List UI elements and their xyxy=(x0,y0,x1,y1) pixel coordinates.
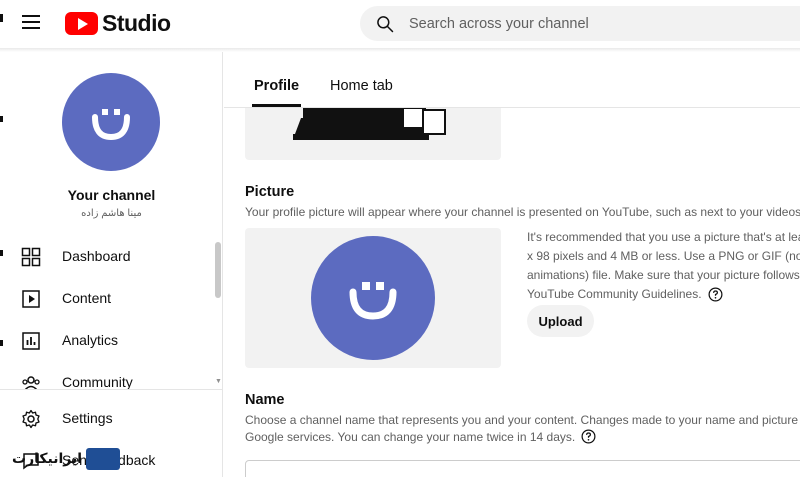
recommendation-line: YouTube Community Guidelines. xyxy=(527,287,702,301)
sidebar-scrollbar[interactable] xyxy=(215,242,221,298)
name-section-description: Choose a channel name that represents yo… xyxy=(245,413,800,427)
recommendation-line: x 98 pixels and 4 MB or less. Use a PNG … xyxy=(527,249,800,263)
studio-logo[interactable]: Studio xyxy=(65,10,171,36)
tab-home[interactable]: Home tab xyxy=(330,78,393,94)
tab-profile[interactable]: Profile xyxy=(254,78,299,94)
search-bar[interactable] xyxy=(360,6,800,41)
sidebar-item-label: Dashboard xyxy=(62,248,131,264)
profile-picture-preview xyxy=(245,228,501,368)
upload-button[interactable]: Upload xyxy=(527,305,594,337)
sidebar-item-settings[interactable]: Settings xyxy=(0,398,214,440)
search-icon[interactable] xyxy=(375,14,395,34)
recommendation-line: animations) file. Make sure that your pi… xyxy=(527,268,800,282)
youtube-play-icon xyxy=(65,11,98,35)
edge-fragment xyxy=(0,14,3,22)
help-icon[interactable] xyxy=(708,287,723,302)
main-content: Profile Home tab Picture Your profile pi… xyxy=(224,52,800,477)
help-icon[interactable] xyxy=(581,429,596,444)
edge-fragment xyxy=(0,116,3,122)
avatar-letter-icon xyxy=(92,109,130,141)
logo-text: Studio xyxy=(102,9,171,36)
sidebar-item-label: Community xyxy=(62,374,133,390)
sidebar-item-dashboard[interactable]: Dashboard xyxy=(0,236,214,278)
sidebar: Your channel مینا هاشم زاده Dashboard Co… xyxy=(0,52,223,477)
name-section-title: Name xyxy=(245,392,285,408)
analytics-icon xyxy=(22,332,40,350)
name-section-description-2: Google services. You can change your nam… xyxy=(245,429,596,444)
dashboard-icon xyxy=(21,247,41,267)
sidebar-item-label: Settings xyxy=(62,410,113,426)
channel-name-field[interactable] xyxy=(245,460,800,477)
recommendation-line-wrap: YouTube Community Guidelines. xyxy=(527,285,800,304)
top-app-bar: Studio xyxy=(0,0,800,48)
scroll-down-icon[interactable]: ▼ xyxy=(215,378,222,385)
channel-avatar[interactable] xyxy=(62,73,160,171)
gear-icon xyxy=(22,409,40,429)
sidebar-footer: Settings Send feedback ایرانیکارت xyxy=(0,389,222,477)
channel-handle: مینا هاشم زاده xyxy=(81,208,142,219)
watermark-text: ایرانیکارت xyxy=(12,451,83,467)
active-tab-indicator xyxy=(252,104,301,107)
watermark-logo: ایرانیکارت xyxy=(12,448,120,470)
search-input[interactable] xyxy=(409,13,789,35)
banner-preview xyxy=(245,107,501,160)
hamburger-menu-icon[interactable] xyxy=(22,14,42,30)
profile-picture-avatar xyxy=(311,236,435,360)
sidebar-item-label: Content xyxy=(62,290,112,306)
channel-title[interactable]: Your channel xyxy=(0,187,223,203)
sidebar-item-content[interactable]: Content xyxy=(0,278,214,320)
picture-section-title: Picture xyxy=(245,184,295,200)
sidebar-item-analytics[interactable]: Analytics xyxy=(0,320,214,362)
sidebar-item-label: Analytics xyxy=(62,332,119,348)
picture-section-description: Your profile picture will appear where y… xyxy=(245,205,800,219)
watermark-emblem-icon xyxy=(86,448,120,470)
recommendation-line: It's recommended that you use a picture … xyxy=(527,230,800,244)
tab-bar: Profile Home tab xyxy=(224,52,800,108)
picture-recommendation: It's recommended that you use a picture … xyxy=(527,228,800,304)
name-description-text: Google services. You can change your nam… xyxy=(245,429,576,444)
content-icon xyxy=(22,290,40,308)
avatar-letter-icon xyxy=(349,282,397,320)
devices-illustration-icon xyxy=(293,107,446,140)
